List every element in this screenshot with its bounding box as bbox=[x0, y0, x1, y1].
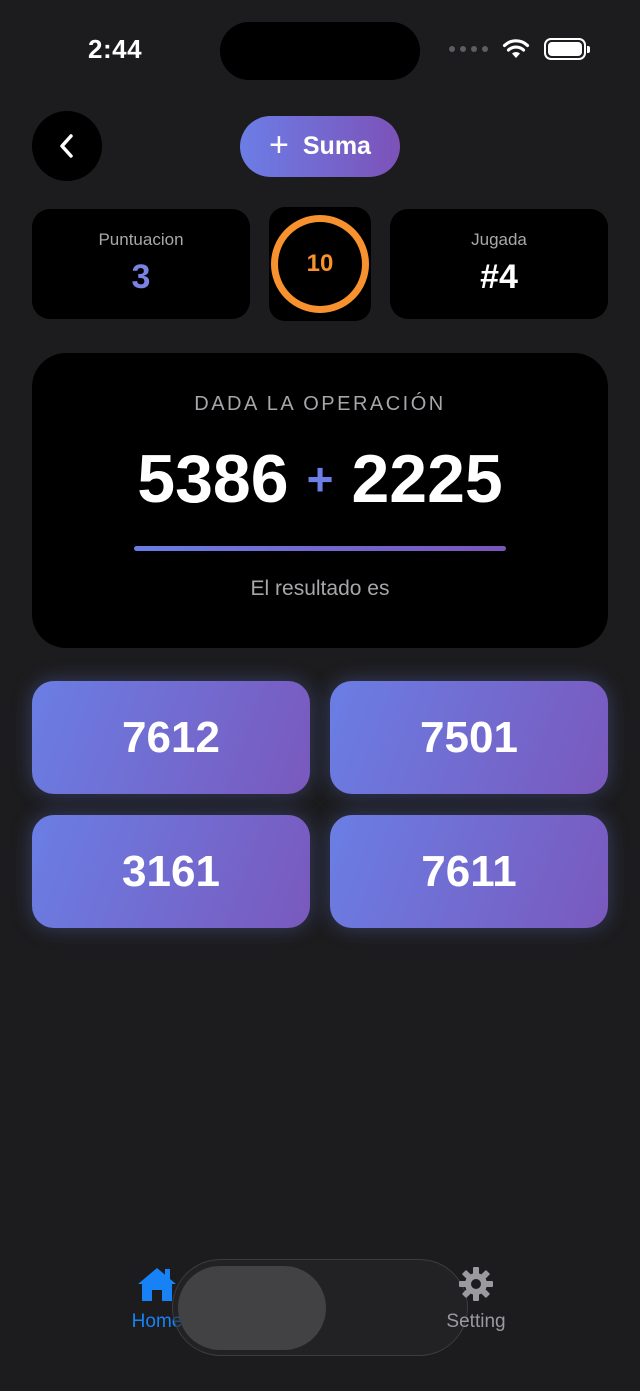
operator-sign: + bbox=[306, 453, 334, 505]
wifi-icon bbox=[502, 39, 530, 58]
mode-label: Suma bbox=[302, 132, 371, 160]
status-icons bbox=[449, 38, 590, 60]
operand-b: 2225 bbox=[351, 441, 503, 517]
play-card: Jugada #4 bbox=[390, 209, 608, 319]
play-value: #4 bbox=[480, 258, 518, 296]
result-prompt: El resultado es bbox=[250, 577, 390, 600]
dynamic-island bbox=[220, 22, 420, 80]
timer-card: 10 bbox=[269, 207, 371, 321]
score-value: 3 bbox=[131, 258, 151, 296]
operation-title: DADA LA OPERACIÓN bbox=[194, 393, 446, 415]
cellular-signal-icon bbox=[449, 46, 488, 52]
divider-line bbox=[134, 546, 506, 551]
tab-setting[interactable]: Setting bbox=[421, 1266, 531, 1333]
play-label: Jugada bbox=[471, 230, 527, 249]
plus-icon: + bbox=[269, 126, 289, 164]
house-icon bbox=[138, 1268, 176, 1301]
answer-button[interactable]: 7611 bbox=[330, 815, 608, 928]
back-button[interactable] bbox=[32, 111, 102, 181]
operation-card: DADA LA OPERACIÓN 5386 + 2225 El resulta… bbox=[32, 353, 608, 648]
answer-button[interactable]: 3161 bbox=[32, 815, 310, 928]
status-time: 2:44 bbox=[88, 34, 143, 64]
tab-selector-knob[interactable] bbox=[178, 1266, 326, 1350]
chevron-left-icon bbox=[60, 134, 73, 158]
operation-mode-button[interactable]: + Suma bbox=[240, 116, 400, 177]
timer-ring: 10 bbox=[271, 215, 369, 313]
timer-value: 10 bbox=[306, 250, 334, 277]
operation-expression: 5386 + 2225 bbox=[32, 440, 608, 518]
answer-button[interactable]: 7612 bbox=[32, 681, 310, 794]
gear-icon bbox=[459, 1267, 493, 1301]
tab-setting-label: Setting bbox=[446, 1311, 506, 1332]
score-card: Puntuacion 3 bbox=[32, 209, 250, 319]
battery-icon bbox=[544, 38, 590, 60]
score-label: Puntuacion bbox=[98, 230, 184, 249]
answer-button[interactable]: 7501 bbox=[330, 681, 608, 794]
operand-a: 5386 bbox=[137, 441, 289, 517]
